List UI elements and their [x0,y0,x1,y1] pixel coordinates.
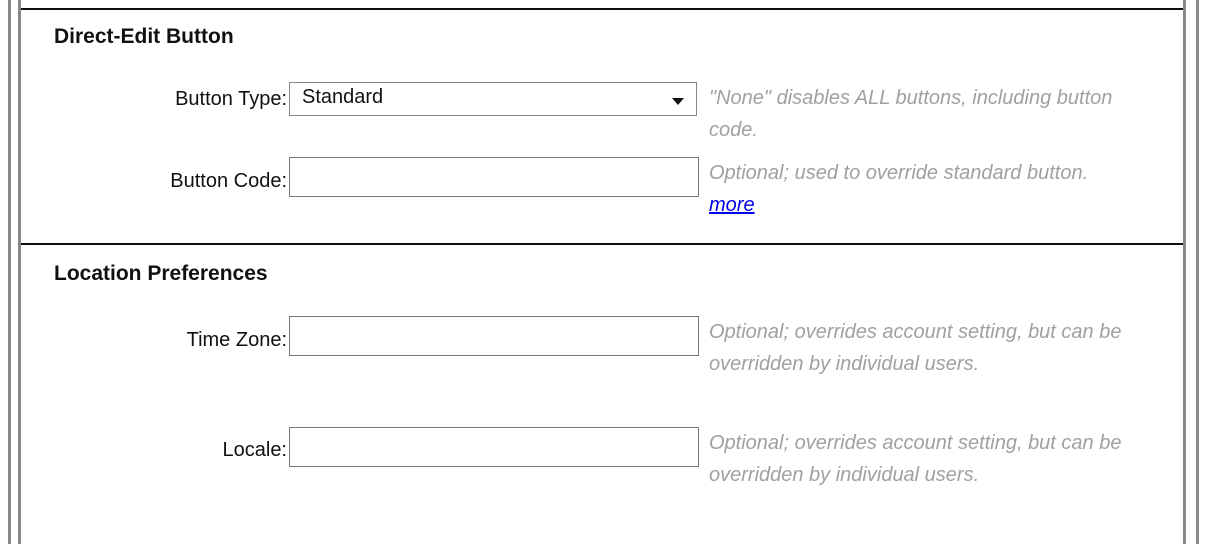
more-link[interactable]: more [709,194,755,216]
section-divider-top [21,8,1183,10]
button-type-label: Button Type: [175,88,287,110]
section-title-direct-edit: Direct-Edit Button [54,25,234,48]
section-divider-middle [21,243,1183,245]
button-code-hint-text: Optional; used to override standard butt… [709,162,1089,184]
button-type-selected-value: Standard [302,86,384,108]
time-zone-label: Time Zone: [186,329,287,351]
button-code-hint: Optional; used to override standard butt… [709,157,1129,221]
section-title-location: Location Preferences [54,262,268,285]
locale-hint: Optional; overrides account setting, but… [709,432,1122,486]
settings-panel: Direct-Edit Button Button Type: Standard… [21,0,1183,544]
time-zone-input[interactable] [289,316,699,356]
chevron-down-icon [672,98,684,105]
locale-label: Locale: [222,439,288,461]
settings-frame: Direct-Edit Button Button Type: Standard… [0,0,1209,544]
button-type-hint: "None" disables ALL buttons, including b… [709,87,1113,141]
time-zone-hint: Optional; overrides account setting, but… [709,321,1122,375]
locale-input[interactable] [289,427,699,467]
button-code-label: Button Code: [170,170,287,192]
right-frame-border [1183,0,1199,544]
button-type-select[interactable]: Standard [289,82,697,116]
left-frame-border [8,0,21,544]
button-code-input[interactable] [289,157,699,197]
